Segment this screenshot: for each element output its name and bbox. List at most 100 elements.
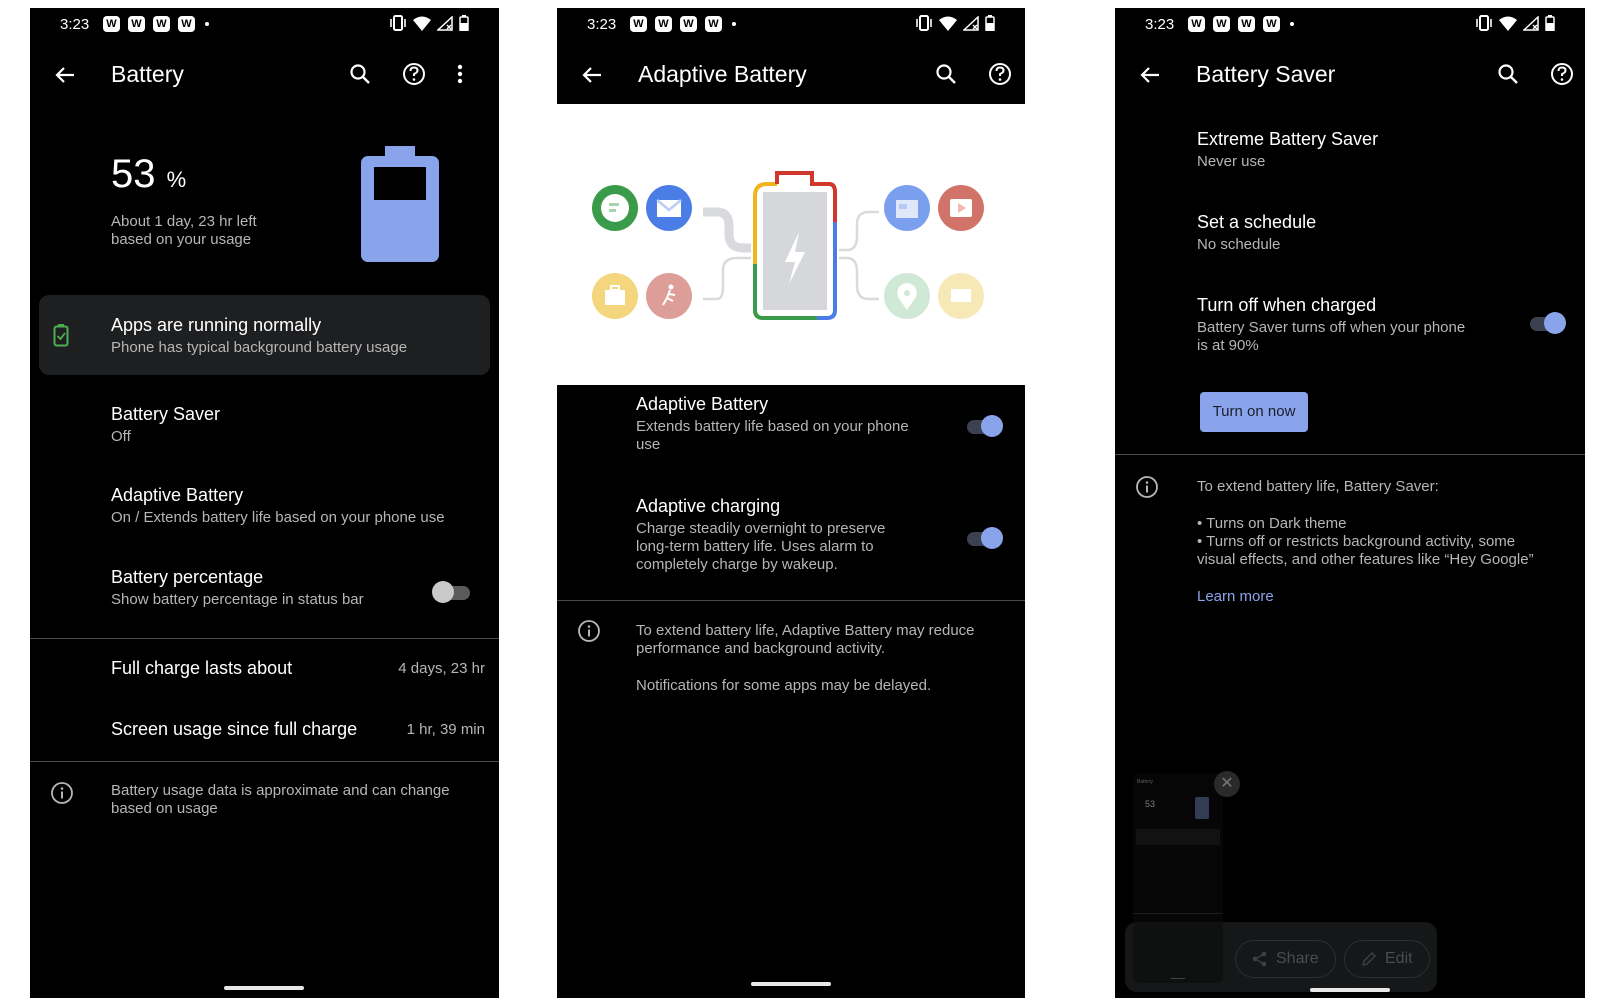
stat-value: 4 days, 23 hr [398,660,485,677]
setting-subtitle-line: completely charge by wakeup. [636,556,838,573]
home-indicator[interactable] [751,982,831,986]
page-title: Battery [111,61,184,87]
status-card-title: Apps are running normally [111,315,322,335]
info-line1: To extend battery life, Adaptive Battery… [636,622,975,639]
footer-line1: Battery usage data is approximate and ca… [111,782,450,799]
connector-line [839,210,879,252]
setting-title: Adaptive Battery [636,394,769,414]
battery-icon [459,15,469,31]
time-left-line2: based on your usage [111,231,252,248]
list-item-adaptive-battery[interactable]: Adaptive Battery On / Extends battery li… [30,478,499,548]
status-time: 3:23 [60,16,90,33]
no-signal-icon [963,15,979,31]
status-card[interactable]: Apps are running normally Phone has typi… [39,295,490,375]
toggle-thumb [981,527,1003,549]
list-item-subtitle-line: is at 90% [1197,337,1259,354]
list-item-battery-saver[interactable]: Battery Saver Off [30,396,499,466]
footer-line2: based on usage [111,800,218,817]
list-item-subtitle: Never use [1197,153,1266,170]
list-item-set-schedule[interactable]: Set a schedule No schedule [1115,206,1585,266]
more-options-icon[interactable] [444,58,476,90]
status-time: 3:23 [1145,16,1175,33]
search-icon[interactable] [930,58,962,90]
thumbnail-home-bar [1171,978,1185,979]
list-item-subtitle-line: Battery Saver turns off when your phone [1197,319,1466,336]
app-bar: Adaptive Battery [557,48,1025,104]
learn-more-link[interactable]: Learn more [1197,588,1274,605]
turn-off-when-charged-toggle[interactable] [1526,311,1566,335]
app-bar: Battery [30,48,499,104]
search-icon[interactable] [344,58,376,90]
notification-w-icon: W [128,16,145,32]
email-app-icon [646,185,692,231]
list-item-extreme-battery-saver[interactable]: Extreme Battery Saver Never use [1115,123,1585,183]
battery-percentage-toggle[interactable] [432,580,472,604]
thumbnail-percent: 53 [1145,799,1156,809]
system-icons [1475,15,1555,31]
battery-percent-sign: % [166,167,187,192]
connector-line [839,256,879,301]
help-icon[interactable] [984,58,1016,90]
battery-ok-icon [53,324,69,347]
info-icon [1136,476,1158,498]
list-item-title: Battery Saver [111,404,221,424]
status-card-subtitle: Phone has typical background battery usa… [111,339,408,356]
notification-w-icon: W [1263,16,1280,32]
notification-w-icon: W [103,16,120,32]
adaptive-charging-setting[interactable]: Adaptive charging Charge steadily overni… [557,488,1025,598]
help-icon[interactable] [398,58,430,90]
setting-subtitle-line: long-term battery life. Uses alarm to [636,538,874,555]
search-icon[interactable] [1492,58,1524,90]
share-icon [1252,951,1267,967]
back-arrow-icon[interactable] [1135,60,1165,90]
turn-on-now-button[interactable]: Turn on now [1200,392,1308,432]
adaptive-charging-toggle[interactable] [963,526,1003,550]
no-signal-icon [437,15,453,31]
help-icon[interactable] [1546,58,1578,90]
info-line2: performance and background activity. [636,640,886,657]
list-item-subtitle: On / Extends battery life based on your … [111,509,445,526]
battery-level-icon [361,146,439,262]
list-item-turn-off-when-charged[interactable]: Turn off when charged Battery Saver turn… [1115,289,1585,369]
share-label: Share [1276,950,1319,967]
back-arrow-icon[interactable] [577,60,607,90]
app-bar: Battery Saver [1115,48,1585,104]
notification-w-icon: W [1238,16,1255,32]
maps-app-icon [884,273,930,319]
dismiss-screenshot-button[interactable]: ✕ [1214,771,1240,797]
status-bar: 3:23 W W W W [557,8,1025,42]
page-title: Battery Saver [1196,61,1336,87]
toggle-thumb [1544,312,1566,334]
list-item-subtitle: No schedule [1197,236,1281,253]
fitness-app-icon [646,273,692,319]
setting-subtitle-line: Extends battery life based on your phone [636,418,909,435]
notification-icons: W W W W [1188,16,1294,32]
adaptive-battery-setting[interactable]: Adaptive Battery Extends battery life ba… [557,386,1025,478]
list-item-subtitle: Off [111,428,131,445]
adaptive-battery-illustration [557,104,1025,385]
home-indicator[interactable] [224,986,304,990]
adaptive-battery-toggle[interactable] [963,414,1003,438]
edit-label: Edit [1385,950,1413,967]
share-button[interactable]: Share [1235,940,1336,978]
status-bar: 3:23 W W W W [30,8,499,42]
info-heading: To extend battery life, Battery Saver: [1197,478,1439,495]
stat-label: Screen usage since full charge [111,719,358,739]
info-icon [578,620,600,642]
stat-full-charge: Full charge lasts about 4 days, 23 hr [30,658,499,698]
battery-icon [985,15,995,31]
list-item-battery-percentage[interactable]: Battery percentage Show battery percenta… [30,561,499,631]
info-bullet-2b: visual effects, and other features like … [1197,551,1534,568]
back-arrow-icon[interactable] [50,60,80,90]
edit-button[interactable]: Edit [1344,940,1430,978]
connector-line [703,207,751,253]
wifi-icon [1499,16,1517,31]
notification-w-icon: W [1188,16,1205,32]
no-signal-icon [1523,15,1539,31]
home-indicator[interactable] [1310,988,1390,992]
screenshot-thumbnail[interactable]: Battery 53 [1133,773,1223,983]
more-notifications-dot-icon [205,22,209,26]
adaptive-battery-screen: 3:23 W W W W Adaptive Battery Adaptive B… [557,8,1025,998]
list-item-title: Turn off when charged [1197,295,1377,315]
thumbnail-title: Battery [1137,779,1153,785]
